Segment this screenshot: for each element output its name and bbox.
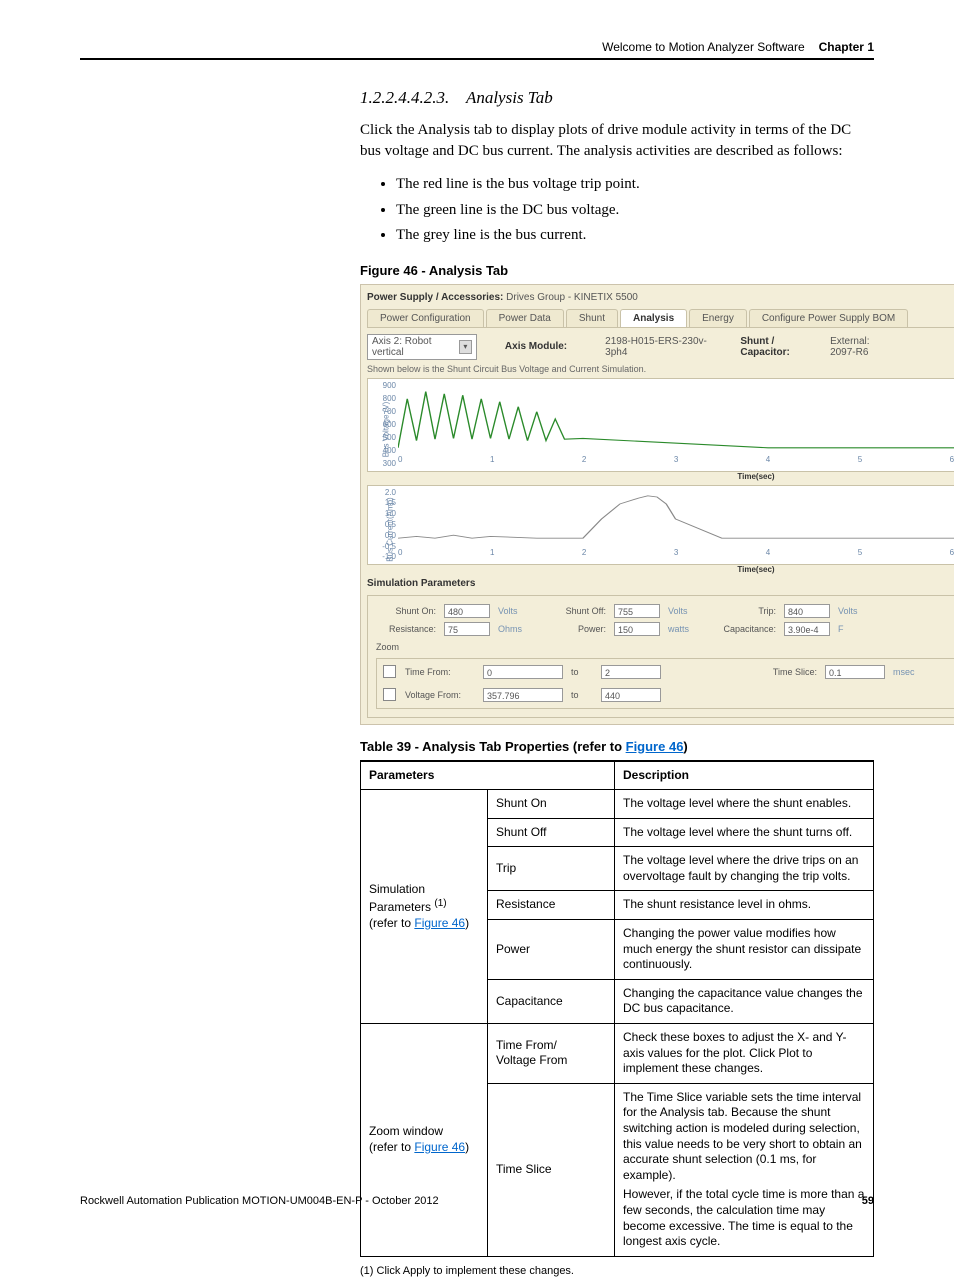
axis-module-label: Axis Module: <box>505 341 567 352</box>
chapter-number: Chapter 1 <box>819 40 874 54</box>
capacitance-unit: F <box>838 624 878 634</box>
trip-unit: Volts <box>838 606 878 616</box>
shunt-capacitor-value: External: 2097-R6 <box>830 336 897 358</box>
desc-shunt-on: The voltage level where the shunt enable… <box>615 790 874 819</box>
breadcrumb-value: Drives Group - KINETIX 5500 <box>506 292 638 303</box>
bullet-item: The green line is the DC bus voltage. <box>396 198 874 224</box>
figure-46-link[interactable]: Figure 46 <box>414 1140 465 1154</box>
shunt-on-label: Shunt On: <box>376 606 436 616</box>
power-unit: watts <box>668 624 708 634</box>
section-title: Analysis Tab <box>466 88 553 107</box>
simulation-parameters-group: Shunt On: 480 Volts Shunt Off: 755 Volts… <box>367 595 954 718</box>
publication-id: Rockwell Automation Publication MOTION-U… <box>80 1195 439 1207</box>
param-capacitance: Capacitance <box>488 979 615 1023</box>
shunt-off-unit: Volts <box>668 606 708 616</box>
resistance-unit: Ohms <box>498 624 538 634</box>
figure-caption: Figure 46 - Analysis Tab <box>360 263 874 278</box>
time-slice-unit: msec <box>893 667 943 677</box>
intro-paragraph: Click the Analysis tab to display plots … <box>360 120 874 162</box>
chevron-down-icon: ▾ <box>459 340 472 354</box>
resistance-label: Resistance: <box>376 624 436 634</box>
shunt-on-unit: Volts <box>498 606 538 616</box>
group-simulation-parameters: Simulation Parameters (1) (refer to Figu… <box>361 790 488 1024</box>
bus-voltage-chart: Bus Voltage (V) 900 800 700 600 500 400 … <box>367 378 954 472</box>
param-shunt-on: Shunt On <box>488 790 615 819</box>
voltage-from-checkbox[interactable] <box>383 688 396 701</box>
desc-resistance: The shunt resistance level in ohms. <box>615 891 874 920</box>
desc-time-slice: The Time Slice variable sets the time in… <box>615 1083 874 1256</box>
sim-params-title: Simulation Parameters <box>367 578 954 589</box>
col-parameters: Parameters <box>361 761 615 790</box>
section-number: 1.2.2.4.4.2.3. <box>360 88 449 107</box>
capacitance-label: Capacitance: <box>716 624 776 634</box>
bullet-item: The grey line is the bus current. <box>396 223 874 249</box>
table-caption: Table 39 - Analysis Tab Properties (refe… <box>360 739 874 754</box>
zoom-title: Zoom <box>376 642 954 652</box>
tab-analysis[interactable]: Analysis <box>620 309 687 327</box>
bullet-list: The red line is the bus voltage trip poi… <box>396 172 874 249</box>
axis-dropdown[interactable]: Axis 2: Robot vertical ▾ <box>367 334 477 360</box>
bullet-item: The red line is the bus voltage trip poi… <box>396 172 874 198</box>
time-to-label: to <box>571 667 593 677</box>
chapter-title: Welcome to Motion Analyzer Software <box>602 40 805 54</box>
param-power: Power <box>488 920 615 980</box>
time-from-checkbox[interactable] <box>383 665 396 678</box>
time-to-input[interactable]: 2 <box>601 665 661 679</box>
page-number: 59 <box>862 1195 874 1207</box>
param-time-voltage-from: Time From/Voltage From <box>488 1024 615 1084</box>
voltage-from-input[interactable]: 357.796 <box>483 688 563 702</box>
capacitance-input[interactable]: 3.90e-4 <box>784 622 830 636</box>
col-description: Description <box>615 761 874 790</box>
chart1-xlabel: Time(sec) <box>737 472 774 481</box>
voltage-from-label: Voltage From: <box>405 690 475 700</box>
param-time-slice: Time Slice <box>488 1083 615 1256</box>
param-shunt-off: Shunt Off <box>488 818 615 847</box>
tab-configure-bom[interactable]: Configure Power Supply BOM <box>749 309 908 327</box>
table-footnote: (1) Click Apply to implement these chang… <box>360 1265 874 1277</box>
shunt-on-input[interactable]: 480 <box>444 604 490 618</box>
desc-trip: The voltage level where the drive trips … <box>615 847 874 891</box>
trip-input[interactable]: 840 <box>784 604 830 618</box>
time-from-input[interactable]: 0 <box>483 665 563 679</box>
trip-label: Trip: <box>716 606 776 616</box>
voltage-to-label: to <box>571 690 593 700</box>
axis-dropdown-value: Axis 2: Robot vertical <box>372 336 459 358</box>
desc-capacitance: Changing the capacitance value changes t… <box>615 979 874 1023</box>
running-header: Welcome to Motion Analyzer Software Chap… <box>80 40 874 60</box>
desc-shunt-off: The voltage level where the shunt turns … <box>615 818 874 847</box>
tab-bar: Power Configuration Power Data Shunt Ana… <box>367 309 954 328</box>
resistance-input[interactable]: 75 <box>444 622 490 636</box>
figure-46-link[interactable]: Figure 46 <box>414 916 465 930</box>
time-slice-label: Time Slice: <box>737 667 817 677</box>
tab-energy[interactable]: Energy <box>689 309 747 327</box>
section-heading: 1.2.2.4.4.2.3. Analysis Tab <box>360 88 874 108</box>
desc-power: Changing the power value modifies how mu… <box>615 920 874 980</box>
chart-description: Shown below is the Shunt Circuit Bus Vol… <box>367 364 954 374</box>
power-label: Power: <box>546 624 606 634</box>
axis-module-value: 2198-H015-ERS-230v-3ph4 <box>605 336 708 358</box>
tab-power-data[interactable]: Power Data <box>486 309 564 327</box>
power-input[interactable]: 150 <box>614 622 660 636</box>
shunt-off-input[interactable]: 755 <box>614 604 660 618</box>
shunt-off-label: Shunt Off: <box>546 606 606 616</box>
group-zoom-window: Zoom window (refer to Figure 46) <box>361 1024 488 1257</box>
param-trip: Trip <box>488 847 615 891</box>
param-resistance: Resistance <box>488 891 615 920</box>
tab-shunt[interactable]: Shunt <box>566 309 618 327</box>
chart2-xlabel: Time(sec) <box>737 565 774 574</box>
figure-46-link[interactable]: Figure 46 <box>626 739 684 754</box>
time-slice-input[interactable]: 0.1 <box>825 665 885 679</box>
page-footer: Rockwell Automation Publication MOTION-U… <box>80 1195 874 1207</box>
time-from-label: Time From: <box>405 667 475 677</box>
bus-current-chart: Bus Current(Amp) 2.0 1.5 1.0 0.5 0.0 -0.… <box>367 485 954 565</box>
voltage-to-input[interactable]: 440 <box>601 688 661 702</box>
shunt-capacitor-label: Shunt / Capacitor: <box>740 336 812 358</box>
desc-time-voltage-from: Check these boxes to adjust the X- and Y… <box>615 1024 874 1084</box>
breadcrumb-label: Power Supply / Accessories: <box>367 292 503 303</box>
figure-analysis-tab: Power Supply / Accessories: Drives Group… <box>360 284 954 725</box>
zoom-group: Time From: 0 to 2 Time Slice: 0.1 msec P… <box>376 658 954 709</box>
tab-power-configuration[interactable]: Power Configuration <box>367 309 484 327</box>
properties-table: Parameters Description Simulation Parame… <box>360 760 874 1257</box>
